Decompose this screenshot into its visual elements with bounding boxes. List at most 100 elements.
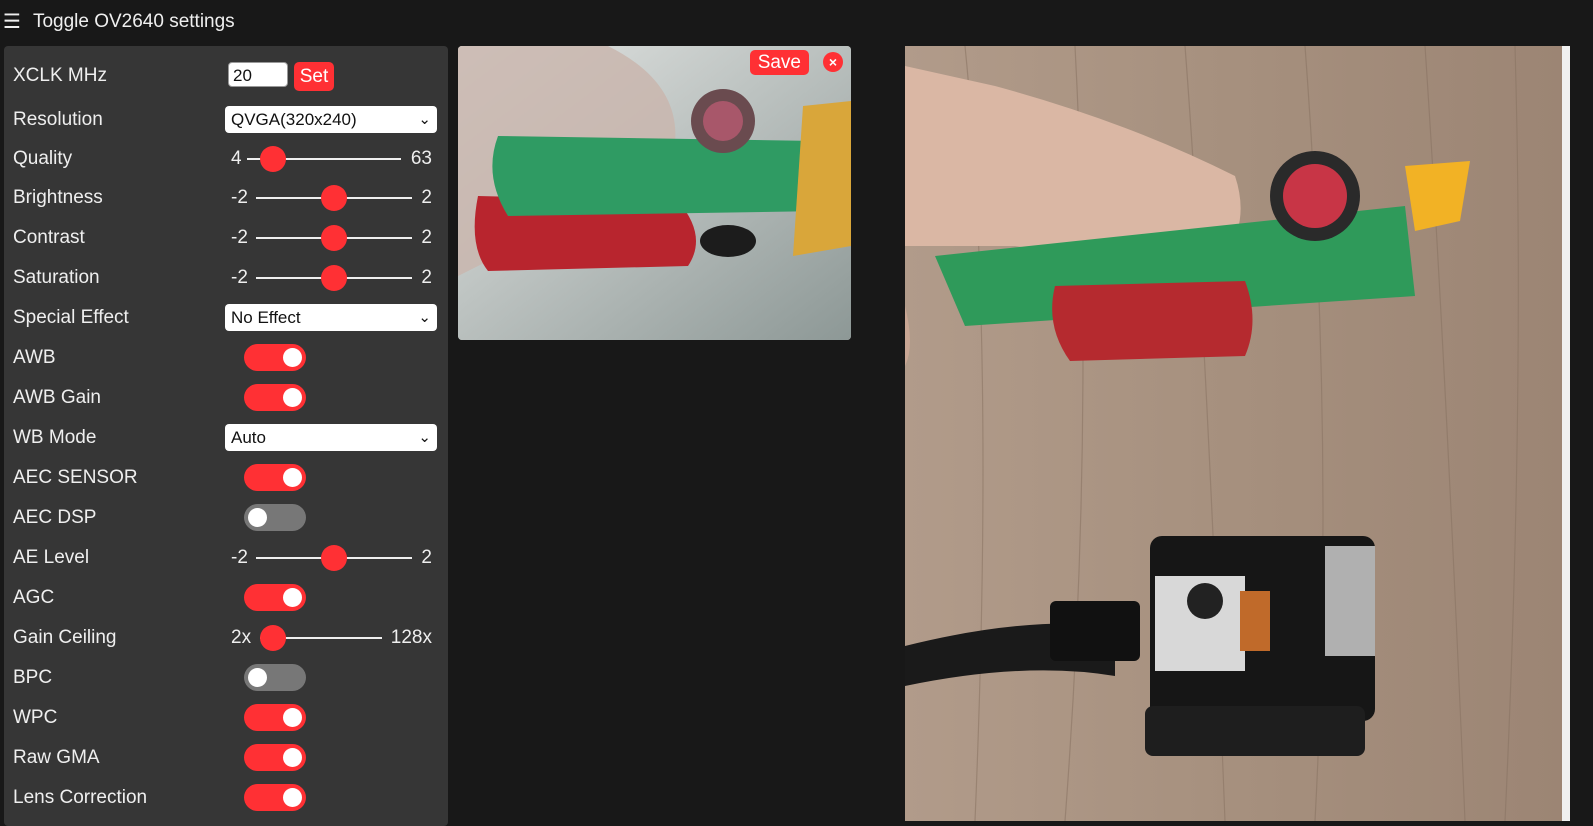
xclk-row: XCLK MHz 20 Set — [4, 58, 448, 94]
ae-level-max-label: 2 — [421, 547, 432, 568]
resolution-select[interactable]: QVGA(320x240) ⌄ — [225, 106, 437, 133]
toggle-knob — [283, 748, 302, 767]
special-effect-select[interactable]: No Effect ⌄ — [225, 304, 437, 331]
aec-sensor-label: AEC SENSOR — [13, 467, 138, 488]
quality-label: Quality — [13, 148, 73, 169]
gain-ceiling-row: Gain Ceiling 2x 128x — [4, 620, 448, 656]
gain-ceiling-min-label: 2x — [231, 627, 252, 648]
quality-slider[interactable]: 4 63 — [225, 141, 437, 177]
toggle-knob — [283, 388, 302, 407]
awb-gain-label: AWB Gain — [13, 387, 101, 408]
contrast-thumb[interactable] — [321, 225, 347, 251]
aec-sensor-row: AEC SENSOR — [4, 460, 448, 496]
wpc-row: WPC — [4, 700, 448, 736]
resolution-label: Resolution — [13, 109, 103, 130]
chevron-down-icon: ⌄ — [418, 429, 431, 446]
bpc-label: BPC — [13, 667, 53, 688]
bpc-row: BPC — [4, 660, 448, 696]
wb-mode-label: WB Mode — [13, 427, 97, 448]
toggle-knob — [283, 468, 302, 487]
bpc-toggle[interactable] — [244, 664, 306, 691]
photo-image — [905, 46, 1562, 821]
brightness-thumb[interactable] — [321, 185, 347, 211]
wpc-toggle[interactable] — [244, 704, 306, 731]
toggle-knob — [283, 348, 302, 367]
special-effect-selected-value: No Effect — [231, 308, 301, 327]
agc-toggle[interactable] — [244, 584, 306, 611]
wb-mode-selected-value: Auto — [231, 428, 266, 447]
aec-dsp-toggle[interactable] — [244, 504, 306, 531]
saturation-thumb[interactable] — [321, 265, 347, 291]
lens-correction-row: Lens Correction — [4, 780, 448, 816]
saturation-max-label: 2 — [421, 267, 432, 288]
awb-gain-row: AWB Gain — [4, 380, 448, 416]
wb-mode-row: WB Mode Auto ⌄ — [4, 420, 448, 456]
raw-gma-toggle[interactable] — [244, 744, 306, 771]
aec-dsp-row: AEC DSP — [4, 500, 448, 536]
stream-frame-image — [458, 46, 851, 340]
toggle-knob — [248, 508, 267, 527]
brightness-max-label: 2 — [421, 187, 432, 208]
chevron-down-icon: ⌄ — [418, 309, 431, 326]
quality-min-label: 4 — [231, 148, 242, 169]
lens-correction-toggle[interactable] — [244, 784, 306, 811]
xclk-input[interactable]: 20 — [228, 62, 288, 87]
brightness-min-label: -2 — [231, 187, 248, 208]
quality-max-label: 63 — [410, 148, 432, 169]
wpc-label: WPC — [13, 707, 58, 728]
resolution-selected-value: QVGA(320x240) — [231, 110, 357, 129]
awb-label: AWB — [13, 347, 56, 368]
gain-ceiling-max-label: 128x — [390, 627, 432, 648]
xclk-set-button[interactable]: Set — [294, 62, 334, 91]
ae-level-thumb[interactable] — [321, 545, 347, 571]
contrast-slider[interactable]: -2 2 — [225, 220, 437, 256]
toggle-knob — [248, 668, 267, 687]
close-icon[interactable]: × — [823, 52, 843, 72]
brightness-label: Brightness — [13, 187, 103, 208]
toggle-settings-button[interactable]: ☰ Toggle OV2640 settings — [3, 8, 235, 36]
quality-thumb[interactable] — [260, 146, 287, 172]
ae-level-label: AE Level — [13, 547, 90, 568]
brightness-row: Brightness -2 2 — [4, 180, 448, 216]
aec-sensor-toggle[interactable] — [244, 464, 306, 491]
ae-level-row: AE Level -2 2 — [4, 540, 448, 576]
lens-correction-label: Lens Correction — [13, 787, 148, 808]
toggle-knob — [283, 708, 302, 727]
quality-row: Quality 4 63 — [4, 141, 448, 177]
toggle-knob — [283, 588, 302, 607]
brightness-slider[interactable]: -2 2 — [225, 180, 437, 216]
photo-scrollbar[interactable] — [1562, 46, 1570, 821]
gain-ceiling-label: Gain Ceiling — [13, 627, 117, 648]
raw-gma-row: Raw GMA — [4, 740, 448, 776]
saturation-row: Saturation -2 2 — [4, 260, 448, 296]
saturation-min-label: -2 — [231, 267, 248, 288]
agc-label: AGC — [13, 587, 55, 608]
ae-level-min-label: -2 — [231, 547, 248, 568]
special-effect-label: Special Effect — [13, 307, 129, 328]
contrast-min-label: -2 — [231, 227, 248, 248]
hamburger-menu-icon: ☰ — [3, 11, 21, 33]
awb-toggle[interactable] — [244, 344, 306, 371]
chevron-down-icon: ⌄ — [418, 111, 431, 128]
contrast-label: Contrast — [13, 227, 85, 248]
raw-gma-label: Raw GMA — [13, 747, 100, 768]
settings-panel: XCLK MHz 20 Set Resolution QVGA(320x240)… — [4, 46, 448, 826]
gain-ceiling-slider[interactable]: 2x 128x — [225, 620, 437, 656]
saturation-label: Saturation — [13, 267, 100, 288]
saturation-slider[interactable]: -2 2 — [225, 260, 437, 296]
awb-row: AWB — [4, 340, 448, 376]
camera-stream: Save × — [458, 46, 851, 340]
save-button[interactable]: Save — [749, 50, 809, 75]
wb-mode-select[interactable]: Auto ⌄ — [225, 424, 437, 451]
xclk-label: XCLK MHz — [13, 65, 107, 86]
reference-photo — [905, 46, 1562, 821]
toggle-knob — [283, 788, 302, 807]
agc-row: AGC — [4, 580, 448, 616]
contrast-row: Contrast -2 2 — [4, 220, 448, 256]
awb-gain-toggle[interactable] — [244, 384, 306, 411]
gain-ceiling-thumb[interactable] — [260, 625, 286, 651]
resolution-row: Resolution QVGA(320x240) ⌄ — [4, 102, 448, 138]
ae-level-slider[interactable]: -2 2 — [225, 540, 437, 576]
special-effect-row: Special Effect No Effect ⌄ — [4, 300, 448, 336]
aec-dsp-label: AEC DSP — [13, 507, 97, 528]
